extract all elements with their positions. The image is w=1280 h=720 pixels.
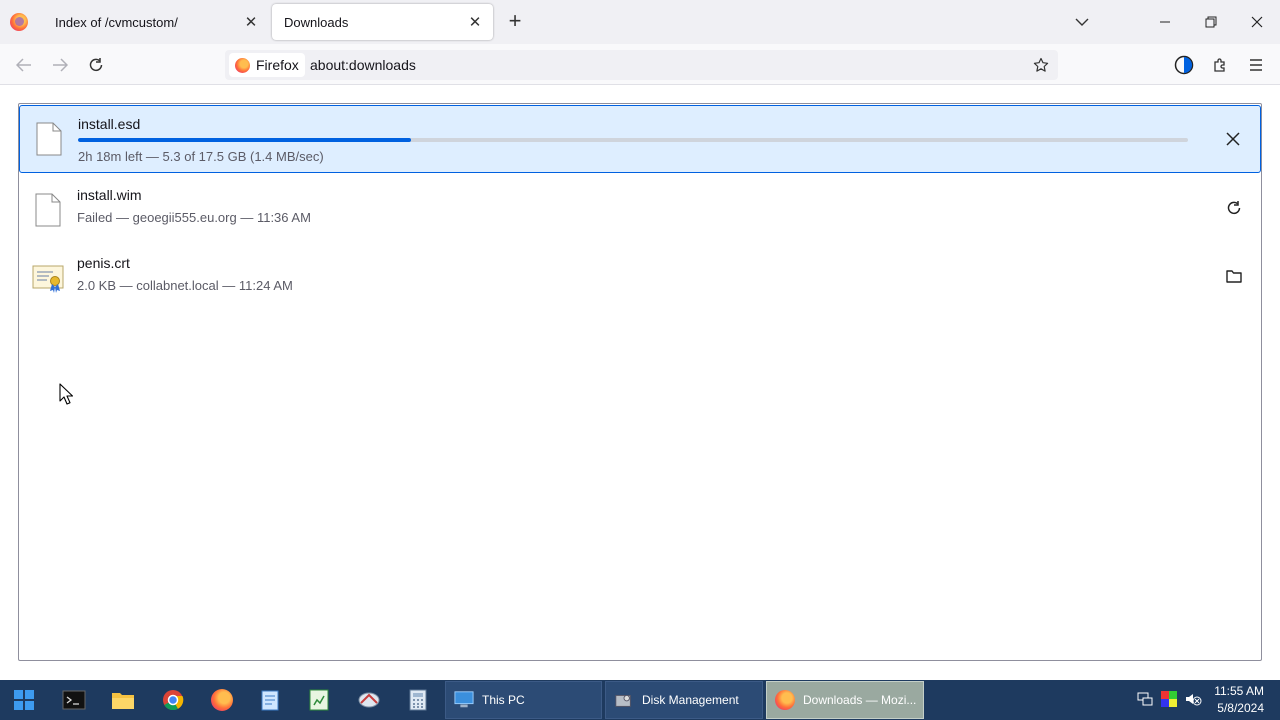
clock-time: 11:55 AM [1214, 684, 1264, 698]
mouse-cursor-icon [59, 383, 73, 405]
certificate-file-icon [32, 261, 64, 295]
taskbar-app-label: Disk Management [642, 693, 739, 707]
taskbar-app-disk-management[interactable]: Disk Management [605, 681, 763, 719]
restore-button[interactable] [1197, 8, 1225, 36]
download-status: Failed — geoegii555.eu.org — 11:36 AM [77, 210, 311, 225]
close-window-button[interactable] [1243, 8, 1271, 36]
close-icon[interactable] [1220, 126, 1246, 152]
account-icon[interactable] [1171, 52, 1197, 78]
firefox-icon [775, 690, 795, 710]
firefox-menu-icon[interactable] [10, 13, 28, 31]
download-status: 2h 18m left — 5.3 of 17.5 GB (1.4 MB/sec… [78, 149, 324, 164]
file-icon [35, 193, 61, 227]
color-tray-icon[interactable] [1160, 690, 1178, 708]
download-item[interactable]: install.esd 2h 18m left — 5.3 of 17.5 GB… [19, 105, 1261, 173]
download-filename: install.esd [78, 116, 141, 132]
tab-title: Index of /cvmcustom/ [55, 14, 178, 30]
file-icon [36, 122, 62, 156]
taskbar: This PC Disk Management Downloads — Mozi… [0, 680, 1280, 720]
firefox-icon [235, 57, 250, 73]
download-status: 2.0 KB — collabnet.local — 11:24 AM [77, 278, 293, 293]
tab-downloads[interactable]: Downloads ✕ [272, 4, 493, 40]
list-all-tabs-chevron-icon[interactable] [1070, 10, 1094, 34]
taskbar-app-this-pc[interactable]: This PC [445, 681, 602, 719]
system-clock[interactable]: 11:55 AM 5/8/2024 [1214, 683, 1264, 717]
tab-close-icon[interactable]: ✕ [463, 10, 487, 34]
new-tab-button[interactable]: + [503, 10, 527, 34]
minimize-button[interactable] [1151, 8, 1179, 36]
retry-icon[interactable] [1221, 195, 1247, 221]
tab-strip: Index of /cvmcustom/ ✕ Downloads ✕ + [0, 0, 1280, 44]
tab-index-cvmcustom[interactable]: Index of /cvmcustom/ ✕ [43, 4, 269, 40]
forward-arrow-icon[interactable] [47, 52, 73, 78]
notepad-icon[interactable] [254, 684, 286, 716]
clock-date: 5/8/2024 [1217, 701, 1264, 715]
identity-label: Firefox [256, 57, 299, 73]
download-filename: penis.crt [77, 255, 130, 271]
hamburger-menu-icon[interactable] [1243, 52, 1269, 78]
terminal-icon[interactable] [58, 684, 90, 716]
identity-box[interactable]: Firefox [229, 53, 305, 77]
volume-muted-tray-icon[interactable] [1184, 690, 1202, 708]
reload-icon[interactable] [83, 52, 109, 78]
url-text[interactable]: about:downloads [310, 57, 416, 73]
back-arrow-icon[interactable] [11, 52, 37, 78]
start-windows-icon[interactable] [8, 684, 40, 716]
download-filename: install.wim [77, 187, 142, 203]
downloads-list: install.esd 2h 18m left — 5.3 of 17.5 GB… [18, 103, 1262, 661]
network-tool-icon[interactable] [353, 684, 385, 716]
extensions-puzzle-icon[interactable] [1207, 52, 1233, 78]
chrome-icon[interactable] [157, 684, 189, 716]
download-item[interactable]: install.wim Failed — geoegii555.eu.org —… [19, 177, 1261, 245]
firefox-icon[interactable] [206, 684, 238, 716]
bookmark-star-icon[interactable] [1030, 54, 1052, 76]
calculator-icon[interactable] [402, 684, 434, 716]
taskbar-app-label: Downloads — Mozi... [803, 693, 917, 707]
download-progress-bar [78, 138, 1188, 142]
file-explorer-icon[interactable] [107, 684, 139, 716]
download-item[interactable]: penis.crt 2.0 KB — collabnet.local — 11:… [19, 245, 1261, 313]
taskbar-app-firefox-downloads[interactable]: Downloads — Mozi... [766, 681, 924, 719]
folder-icon[interactable] [1221, 263, 1247, 289]
taskbar-app-label: This PC [482, 693, 525, 707]
spreadsheet-editor-icon[interactable] [303, 684, 335, 716]
network-tray-icon[interactable] [1136, 690, 1154, 708]
navigation-toolbar: Firefox about:downloads [0, 44, 1280, 85]
tab-title: Downloads [284, 14, 349, 30]
url-bar[interactable]: Firefox about:downloads [225, 50, 1058, 80]
tab-close-icon[interactable]: ✕ [239, 10, 263, 34]
